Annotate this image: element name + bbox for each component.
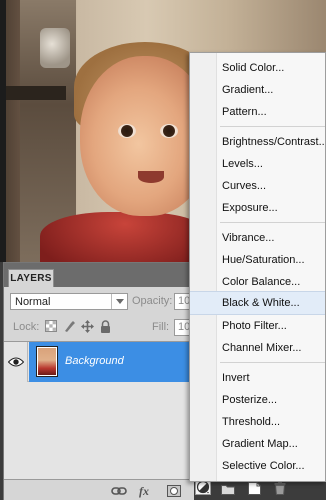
new-layer-icon[interactable] (248, 480, 261, 496)
lock-transparent-pixels-icon[interactable] (44, 319, 58, 333)
menu-separator (220, 126, 325, 127)
menu-item-solid-color[interactable]: Solid Color... (190, 57, 325, 79)
menu-separator (220, 222, 325, 223)
menu-item-brightness-contrast[interactable]: Brightness/Contrast... (190, 131, 325, 153)
new-group-icon[interactable] (221, 481, 235, 497)
photo-child-eye-right (160, 124, 178, 138)
menu-item-levels[interactable]: Levels... (190, 153, 325, 175)
menu-item-curves[interactable]: Curves... (190, 175, 325, 197)
canvas-edge (0, 0, 6, 262)
layers-list: Background (4, 341, 194, 479)
adjustment-layer-icon (196, 480, 210, 494)
eye-icon (7, 357, 24, 367)
menu-item-posterize[interactable]: Posterize... (190, 389, 325, 411)
menu-item-black-white[interactable]: Black & White... (190, 291, 325, 315)
tab-layers[interactable]: LAYERS (8, 269, 54, 287)
layers-bottom-bar: fx (4, 479, 194, 500)
menu-item-channel-mixer[interactable]: Channel Mixer... (190, 337, 325, 359)
blend-mode-value: Normal (15, 296, 51, 308)
lock-image-pixels-icon[interactable] (62, 319, 76, 333)
layer-thumbnail (36, 346, 58, 377)
layer-name[interactable]: Background (65, 355, 124, 367)
lock-all-icon[interactable] (98, 319, 112, 333)
menu-item-hue-saturation[interactable]: Hue/Saturation... (190, 249, 325, 271)
menu-item-gradient[interactable]: Gradient... (190, 79, 325, 101)
photo-child-mouth (138, 171, 164, 183)
lock-position-icon[interactable] (80, 319, 94, 333)
menu-item-selective-color[interactable]: Selective Color... (190, 455, 325, 477)
menu-item-gradient-map[interactable]: Gradient Map... (190, 433, 325, 455)
menu-separator (220, 362, 325, 363)
photo-shelf (6, 86, 66, 100)
add-mask-icon[interactable] (167, 483, 181, 499)
menu-item-invert[interactable]: Invert (190, 367, 325, 389)
menu-item-photo-filter[interactable]: Photo Filter... (190, 315, 325, 337)
opacity-label: Opacity: (132, 295, 173, 307)
adjustment-layer-menu: Solid Color... Gradient... Pattern... Br… (189, 52, 326, 482)
fx-icon[interactable]: fx (139, 483, 149, 499)
menu-item-exposure[interactable]: Exposure... (190, 197, 325, 219)
link-layers-icon[interactable] (111, 483, 127, 499)
layers-panel: LAYERS Normal Opacity: 100% Lock: Fill: … (3, 262, 196, 500)
photo-child-shirt (40, 212, 210, 262)
trash-icon[interactable] (274, 480, 286, 496)
visibility-toggle[interactable] (4, 342, 28, 382)
menu-item-threshold[interactable]: Threshold... (190, 411, 325, 433)
photo-child-eye-left (118, 124, 136, 138)
menu-item-pattern[interactable]: Pattern... (190, 101, 325, 123)
chevron-down-icon (111, 294, 127, 309)
blend-mode-select[interactable]: Normal (10, 293, 128, 310)
photo-cabinet-knob (40, 28, 70, 68)
lock-label: Lock: (13, 321, 40, 333)
menu-item-vibrance[interactable]: Vibrance... (190, 227, 325, 249)
menu-item-color-balance[interactable]: Color Balance... (190, 271, 325, 293)
fill-label: Fill: (152, 321, 170, 333)
layer-row[interactable]: Background (4, 342, 194, 382)
panel-tab-bar: LAYERS (4, 263, 194, 287)
